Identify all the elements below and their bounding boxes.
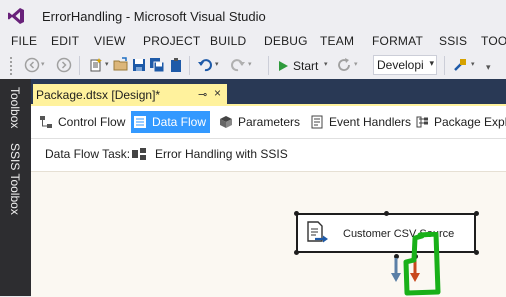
tab-parameters[interactable]: Parameters [219, 111, 300, 133]
selection-handle[interactable] [474, 211, 479, 216]
data-output-arrow-icon[interactable] [389, 258, 403, 284]
menu-file[interactable]: FILE [11, 34, 37, 48]
paste-icon[interactable] [168, 57, 184, 73]
start-label: Start [293, 58, 319, 73]
menu-edit[interactable]: EDIT [51, 34, 79, 48]
back-dropdown-icon[interactable]: ▾ [41, 60, 45, 68]
undo-dropdown-icon[interactable]: ▾ [215, 60, 219, 68]
toolbar-overflow-icon[interactable]: ▾ [486, 62, 491, 73]
tab-data-flow[interactable]: Data Flow [131, 111, 211, 133]
annotation-highlight [403, 232, 441, 296]
new-dropdown-icon[interactable]: ▾ [105, 60, 109, 68]
toolbox-tab[interactable]: Toolbox [8, 87, 22, 128]
chevron-down-icon: ▾ [429, 58, 434, 68]
menu-bar: FILE EDIT VIEW PROJECT BUILD DEBUG TEAM … [0, 30, 506, 52]
menu-ssis[interactable]: SSIS [439, 34, 467, 48]
tab-label: Control Flow [58, 115, 126, 129]
data-flow-task-select[interactable]: Error Handling with SSIS [131, 144, 288, 164]
standard-toolbar: ▾ ▾ ▾ ▾ Start ▾ ▾ Developi ▾ ▾ ▾ [0, 52, 506, 79]
tab-event-handlers[interactable]: Event Handlers [310, 111, 411, 133]
refresh-icon[interactable] [336, 57, 352, 73]
tab-label: Data Flow [152, 115, 207, 129]
control-flow-icon [40, 116, 52, 128]
find-dropdown-icon[interactable]: ▾ [471, 60, 475, 68]
start-debugging-button[interactable]: Start [277, 56, 318, 75]
redo-dropdown-icon[interactable]: ▾ [248, 60, 252, 68]
data-flow-icon [134, 116, 146, 128]
menu-team[interactable]: TEAM [320, 34, 354, 48]
redo-icon[interactable] [230, 57, 246, 73]
window-title: ErrorHandling - Microsoft Visual Studio [42, 9, 266, 24]
event-handlers-icon [311, 115, 323, 129]
menu-build[interactable]: BUILD [210, 34, 246, 48]
solution-configuration-select[interactable]: Developi ▾ [373, 55, 437, 75]
selection-handle[interactable] [384, 211, 389, 216]
tab-control-flow[interactable]: Control Flow [39, 111, 125, 133]
selection-handle[interactable] [294, 211, 299, 216]
pin-icon[interactable]: ⊸ [198, 88, 207, 101]
menu-format[interactable]: FORMAT [372, 34, 423, 48]
customer-csv-source-component[interactable]: Customer CSV Source [296, 213, 476, 253]
toolbar-separator [79, 56, 80, 75]
visual-studio-logo-icon [8, 8, 24, 24]
document-tab-label: Package.dtsx [Design]* [36, 88, 161, 102]
menu-project[interactable]: PROJECT [143, 34, 200, 48]
toolbar-separator [189, 56, 190, 75]
open-folder-icon[interactable] [113, 57, 129, 73]
parameters-icon [220, 116, 232, 128]
designer-tab-divider [31, 138, 506, 139]
toolbar-separator [444, 56, 445, 75]
document-tab-package[interactable]: Package.dtsx [Design]* ⊸ × [33, 84, 227, 105]
selection-handle[interactable] [474, 250, 479, 255]
data-flow-task-icon [132, 148, 146, 160]
back-icon[interactable] [24, 57, 40, 73]
save-all-icon[interactable] [149, 57, 165, 73]
flat-file-source-icon [307, 221, 328, 243]
selection-handle[interactable] [294, 250, 299, 255]
save-icon[interactable] [131, 57, 147, 73]
menu-view[interactable]: VIEW [94, 34, 125, 48]
title-bar: ErrorHandling - Microsoft Visual Studio [0, 0, 506, 30]
undo-icon[interactable] [197, 57, 213, 73]
package-explorer-icon [416, 116, 428, 128]
side-tool-strip: Toolbox SSIS Toolbox [0, 79, 31, 296]
ssis-toolbox-tab[interactable]: SSIS Toolbox [8, 143, 22, 215]
document-tab-well: Package.dtsx [Design]* ⊸ × [31, 79, 506, 105]
forward-icon[interactable] [56, 57, 72, 73]
tab-label: Package Explo [434, 115, 506, 129]
tab-package-explorer[interactable]: Package Explo [415, 111, 506, 133]
find-icon[interactable] [452, 57, 468, 73]
new-project-icon[interactable] [88, 57, 104, 73]
start-dropdown-icon[interactable]: ▾ [324, 60, 328, 68]
refresh-dropdown-icon[interactable]: ▾ [354, 60, 358, 68]
tab-label: Parameters [238, 115, 301, 129]
configuration-value: Developi [377, 58, 424, 72]
menu-debug[interactable]: DEBUG [264, 34, 308, 48]
data-flow-task-value: Error Handling with SSIS [155, 147, 288, 161]
close-icon[interactable]: × [214, 86, 221, 100]
data-flow-task-label: Data Flow Task: [45, 147, 131, 161]
tab-label: Event Handlers [329, 115, 412, 129]
menu-tools[interactable]: TOO [481, 34, 506, 48]
toolbar-separator [268, 56, 269, 75]
play-icon [279, 60, 288, 71]
toolbar-grip[interactable] [9, 56, 13, 75]
